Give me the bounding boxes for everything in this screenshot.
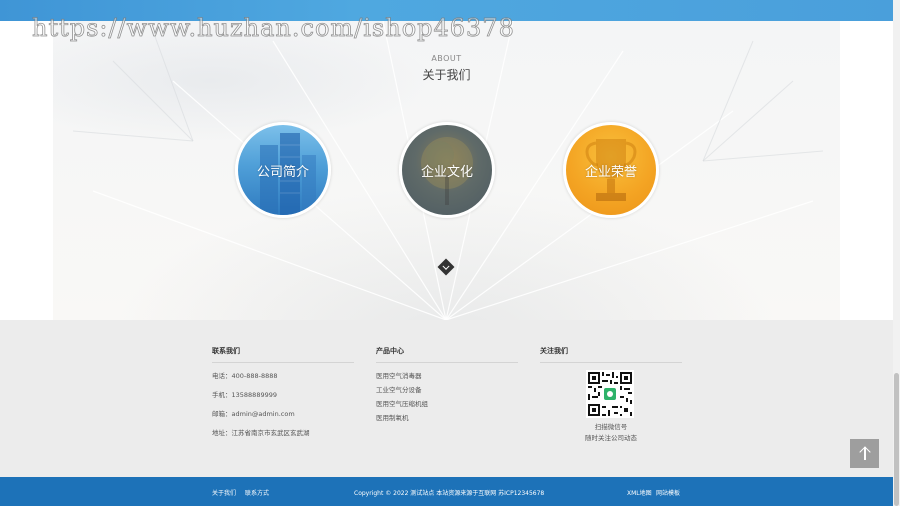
qr-caption-2: 随时关注公司动态 [585,434,637,442]
follow-column: 关注我们 扫描微信号 随时关注公司动态 [540,346,682,442]
footer-link-contact[interactable]: 联系方式 [245,488,269,497]
contact-phone: 电话：400-888-8888 [212,372,278,380]
vertical-scrollbar[interactable] [893,0,900,506]
footer-link-template[interactable]: 网站模板 [656,488,680,497]
back-to-top-button[interactable] [850,439,879,468]
corporate-honors-label: 企业荣誉 [584,164,637,180]
about-title: 关于我们 [422,68,471,82]
contact-address: 地址：江苏省南京市玄武区玄武湖 [212,429,310,437]
products-column: 产品中心 医用空气消毒器 工业空气分设备 医用空气压缩机组 医用制氧机 [376,346,518,422]
corporate-culture-label: 企业文化 [420,164,473,180]
scrollbar-thumb[interactable] [894,373,899,506]
about-en-label: ABOUT [431,54,462,63]
footer-link-sitemap[interactable]: XML地图 [627,488,652,497]
products-title: 产品中心 [376,346,518,363]
follow-title: 关注我们 [540,346,682,363]
corporate-culture-circle[interactable]: 企业文化 [399,122,495,218]
footer-link-about[interactable]: 关于我们 [212,488,236,497]
watermark-text: https://www.huzhan.com/ishop46378 [32,14,515,43]
copyright-text: Copyright © 2022 测试站点 本站资源来源于互联网 苏ICP123… [354,490,545,497]
product-link[interactable]: 医用制氧机 [376,412,409,422]
qr-caption-1: 扫描微信号 [594,423,628,431]
contact-column: 联系我们 电话：400-888-8888 手机：13588889999 邮箱：a… [212,346,354,437]
contact-mobile: 手机：13588889999 [212,391,277,399]
wechat-qr-code-icon [586,370,634,418]
contact-email: 邮箱：admin@admin.com [212,410,295,418]
company-intro-circle[interactable]: 公司简介 [235,122,331,218]
bottom-bar: 关于我们 联系方式 Copyright © 2022 测试站点 本站资源来源于互… [0,477,893,506]
product-link[interactable]: 工业空气分设备 [376,384,422,394]
contact-title: 联系我们 [212,346,354,363]
about-section: ABOUT 关于我们 公司简介 企业文化 企业荣誉 [0,21,893,320]
footer: 联系我们 电话：400-888-8888 手机：13588889999 邮箱：a… [0,320,893,477]
corporate-honors-circle[interactable]: 企业荣誉 [563,122,659,218]
product-link[interactable]: 医用空气消毒器 [376,370,422,380]
company-intro-label: 公司简介 [256,164,309,180]
product-link[interactable]: 医用空气压缩机组 [376,398,428,408]
